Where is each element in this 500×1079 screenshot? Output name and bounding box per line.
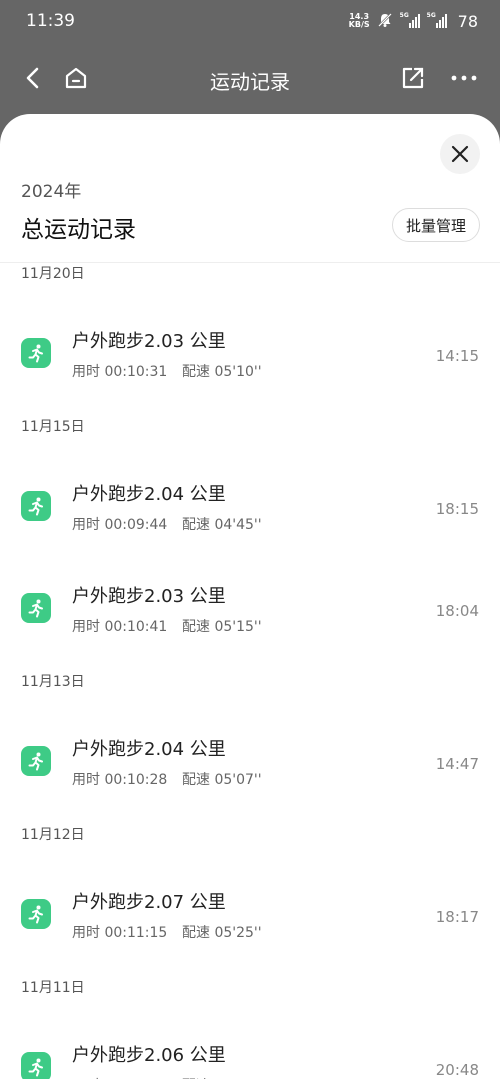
running-icon — [21, 746, 51, 776]
record-time: 20:48 — [435, 1061, 479, 1079]
year-label: 2024年 — [21, 182, 82, 202]
date-header: 11月15日 — [21, 418, 85, 435]
close-button[interactable] — [440, 134, 480, 174]
record-time: 14:15 — [435, 347, 479, 365]
record-pace: 配速 05'07'' — [182, 772, 262, 788]
status-bar: 11:39 14.3 KB/S 5G 5G 78 — [0, 0, 500, 42]
record-duration: 用时 00:10:41 — [72, 619, 168, 635]
running-icon — [21, 899, 51, 929]
record-duration: 用时 00:10:28 — [72, 772, 168, 788]
record-pace: 配速 05'15'' — [182, 619, 262, 635]
record-duration: 用时 00:11:15 — [72, 925, 168, 941]
mute-bell-icon — [377, 12, 393, 31]
network-speed: 14.3 KB/S — [349, 13, 370, 29]
batch-manage-button[interactable]: 批量管理 — [391, 208, 480, 242]
workout-record[interactable]: 户外跑步2.03 公里用时 00:10:31 配速 05'10'' 14:15 — [0, 291, 500, 407]
record-time: 18:15 — [435, 500, 479, 518]
workout-record[interactable]: 户外跑步2.03 公里用时 00:10:41 配速 05'15'' 18:04 — [0, 560, 500, 662]
date-header: 11月11日 — [21, 979, 85, 996]
record-pace: 配速 04'44'' — [182, 1075, 262, 1079]
records-sheet: 2024年 总运动记录 批量管理 11月20日 户外跑步2.03 公里 用时 00:… — [0, 114, 500, 1079]
signal-icon: 5G — [427, 12, 447, 28]
workout-record[interactable]: 户外跑步2.04 公里用时 00:09:44 配速 04'45'' 18:15 — [0, 444, 500, 560]
share-icon[interactable] — [399, 64, 427, 92]
record-time: 14:47 — [435, 755, 479, 773]
workout-record[interactable]: 户外跑步2.06 公里用时 00:09:48 配速 04'44'' 20:48 — [0, 1005, 500, 1079]
date-header: 11月12日 — [21, 826, 85, 843]
date-header: 11月13日 — [21, 673, 85, 690]
network-speed-unit: KB/S — [348, 20, 370, 29]
record-pace: 配速 05'25'' — [182, 925, 262, 941]
close-icon — [451, 145, 469, 163]
status-icons: 14.3 KB/S 5G 5G 78 — [349, 12, 478, 31]
workout-record[interactable]: 户外跑步2.04 公里用时 00:10:28 配速 05'07'' 14:47 — [0, 699, 500, 815]
record-pace: 配速 05'10'' — [182, 364, 262, 380]
more-icon[interactable] — [450, 64, 478, 92]
record-title: 户外跑步2.04 公里 — [72, 484, 226, 505]
running-icon — [21, 593, 51, 623]
record-title: 户外跑步2.06 公里 — [72, 1045, 226, 1066]
signal-icon: 5G — [400, 12, 420, 28]
top-nav-bar: 运动记录 — [0, 50, 500, 106]
record-duration: 用时 00:10:31 — [72, 364, 168, 380]
record-title: 户外跑步2.03 公里 — [72, 586, 226, 607]
record-title: 户外跑步2.07 公里 — [72, 892, 226, 913]
record-time: 18:17 — [435, 908, 479, 926]
record-title: 户外跑步2.03 公里 — [72, 331, 226, 352]
running-icon — [21, 1052, 51, 1079]
record-time: 18:04 — [435, 602, 479, 620]
workout-record[interactable]: 户外跑步2.07 公里用时 00:11:15 配速 05'25'' 18:17 — [0, 852, 500, 968]
battery-level: 78 — [457, 11, 478, 31]
status-time: 11:39 — [26, 11, 75, 31]
date-header: 11月20日 — [21, 265, 85, 282]
record-duration: 用时 00:09:44 — [72, 517, 168, 533]
record-title: 户外跑步2.04 公里 — [72, 739, 226, 760]
record-duration: 用时 00:09:48 — [72, 1075, 167, 1079]
running-icon — [21, 338, 51, 368]
page-title: 总运动记录 — [21, 217, 136, 243]
record-list: 11月20日 户外跑步2.03 公里 用时 00:10:31 配速 05'10'' 14… — [0, 254, 500, 1079]
running-icon — [21, 491, 51, 521]
record-pace: 配速 04'45'' — [182, 517, 262, 533]
